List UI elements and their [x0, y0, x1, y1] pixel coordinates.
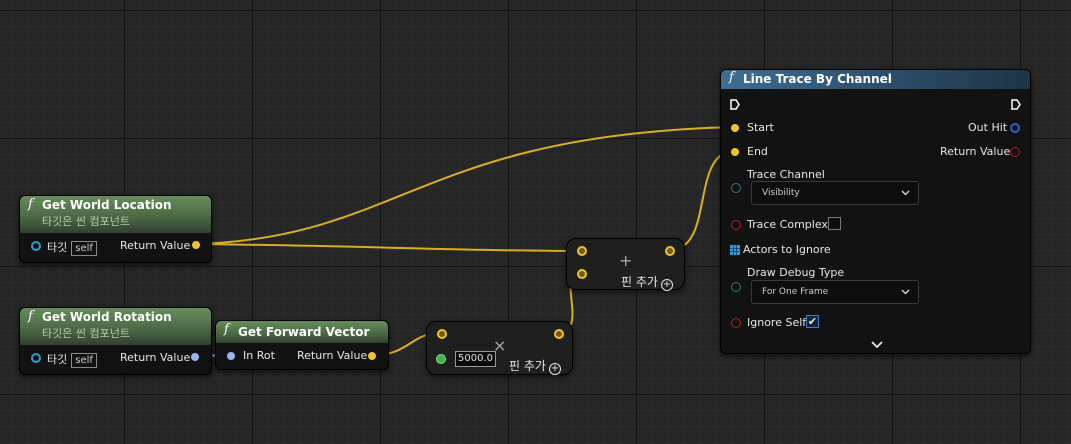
trace-channel-dropdown[interactable]: Visibility [751, 181, 919, 205]
return-value-label: Return Value [120, 351, 191, 364]
array-grid-icon[interactable] [730, 245, 740, 255]
function-icon: f [224, 322, 229, 337]
out-hit-pin[interactable] [1010, 123, 1020, 133]
node-header[interactable]: f Get World Rotation 타깃은 씬 컴포넌트 [20, 308, 211, 345]
multiply-value-field[interactable]: 5000.0 [455, 351, 496, 367]
return-value-label: Return Value [297, 349, 368, 362]
add-node[interactable]: + 핀 추가 + [566, 238, 685, 291]
actors-to-ignore-label: Actors to Ignore [743, 243, 831, 256]
function-icon: f [729, 70, 734, 85]
node-subtitle: 타깃은 씬 컴포넌트 [42, 327, 130, 340]
wire-location-to-start[interactable] [195, 126, 735, 245]
add-pin-icon: + [660, 279, 673, 291]
target-pin[interactable] [31, 241, 41, 251]
return-value-pin[interactable] [1010, 147, 1020, 157]
chevron-down-icon [901, 281, 910, 312]
trace-channel-pin[interactable] [731, 183, 741, 193]
return-value-pin[interactable] [191, 353, 199, 361]
target-self-field[interactable]: self [71, 240, 97, 256]
line-trace-by-channel-node[interactable]: f Line Trace By Channel Start Out Hit En… [720, 69, 1031, 354]
multiply-output-pin[interactable] [554, 329, 564, 339]
trace-complex-pin[interactable] [731, 220, 741, 230]
draw-debug-type-label: Draw Debug Type [747, 266, 845, 279]
exec-out-pin[interactable] [1011, 99, 1021, 110]
exec-in-pin[interactable] [730, 99, 740, 110]
chevron-down-icon [901, 182, 910, 213]
node-title: Get World Location [42, 198, 172, 212]
draw-debug-type-dropdown[interactable]: For One Frame [751, 280, 919, 304]
target-row: 타깃 self [47, 239, 97, 256]
multiply-node[interactable]: × 5000.0 핀 추가 + [426, 321, 573, 375]
target-label: 타깃 [47, 353, 68, 366]
end-label: End [747, 145, 768, 158]
return-value-pin[interactable] [192, 241, 200, 249]
add-output-pin[interactable] [665, 246, 675, 256]
function-icon: f [28, 197, 33, 212]
get-world-rotation-node[interactable]: f Get World Rotation 타깃은 씬 컴포넌트 타깃 self R… [19, 307, 212, 375]
ignore-self-pin[interactable] [731, 318, 741, 328]
get-world-location-node[interactable]: f Get World Location 타깃은 씬 컴포넌트 타깃 self R… [19, 195, 212, 263]
add-pin-button[interactable]: 핀 추가 + [621, 273, 673, 291]
node-subtitle: 타깃은 씬 컴포넌트 [42, 215, 130, 228]
add-symbol: + [619, 251, 633, 270]
ignore-self-checkbox[interactable]: ✔ [806, 315, 819, 328]
trace-channel-label: Trace Channel [747, 168, 825, 181]
out-hit-label: Out Hit [968, 121, 1008, 134]
target-self-field[interactable]: self [71, 352, 97, 368]
node-header[interactable]: f Get World Location 타깃은 씬 컴포넌트 [20, 196, 211, 233]
return-value-label: Return Value [940, 145, 1011, 158]
trace-complex-label: Trace Complex [747, 218, 828, 231]
node-header[interactable]: f Get Forward Vector [216, 321, 388, 343]
trace-channel-value: Visibility [762, 188, 800, 198]
target-pin[interactable] [31, 353, 41, 363]
target-row: 타깃 self [47, 351, 97, 368]
start-label: Start [747, 121, 774, 134]
target-label: 타깃 [47, 241, 68, 254]
node-title: Get Forward Vector [238, 325, 370, 339]
return-value-pin[interactable] [368, 352, 376, 360]
in-rot-label: In Rot [243, 349, 275, 362]
return-value-label: Return Value [120, 239, 191, 252]
ignore-self-label: Ignore Self [747, 316, 807, 329]
node-title: Line Trace By Channel [743, 72, 892, 86]
wire-location-to-add[interactable] [195, 243, 582, 252]
add-pin-label: 핀 추가 [509, 359, 546, 373]
end-pin[interactable] [731, 148, 739, 156]
trace-complex-checkbox[interactable] [828, 217, 841, 230]
node-title: Get World Rotation [42, 310, 172, 324]
add-input-a-pin[interactable] [577, 246, 587, 256]
add-pin-label: 핀 추가 [621, 275, 658, 289]
in-rot-pin[interactable] [227, 352, 235, 360]
multiply-input-b-pin[interactable] [436, 354, 446, 364]
draw-debug-type-pin[interactable] [731, 282, 741, 292]
multiply-input-a-pin[interactable] [437, 329, 447, 339]
start-pin[interactable] [731, 124, 739, 132]
function-icon: f [28, 309, 33, 324]
add-pin-icon: + [548, 363, 561, 375]
chevron-down-icon[interactable] [871, 341, 883, 349]
add-pin-button[interactable]: 핀 추가 + [509, 357, 561, 375]
get-forward-vector-node[interactable]: f Get Forward Vector In Rot Return Value [215, 320, 389, 370]
add-input-b-pin[interactable] [577, 269, 587, 279]
draw-debug-type-value: For One Frame [762, 287, 829, 297]
node-header[interactable]: f Line Trace By Channel [721, 70, 1030, 89]
